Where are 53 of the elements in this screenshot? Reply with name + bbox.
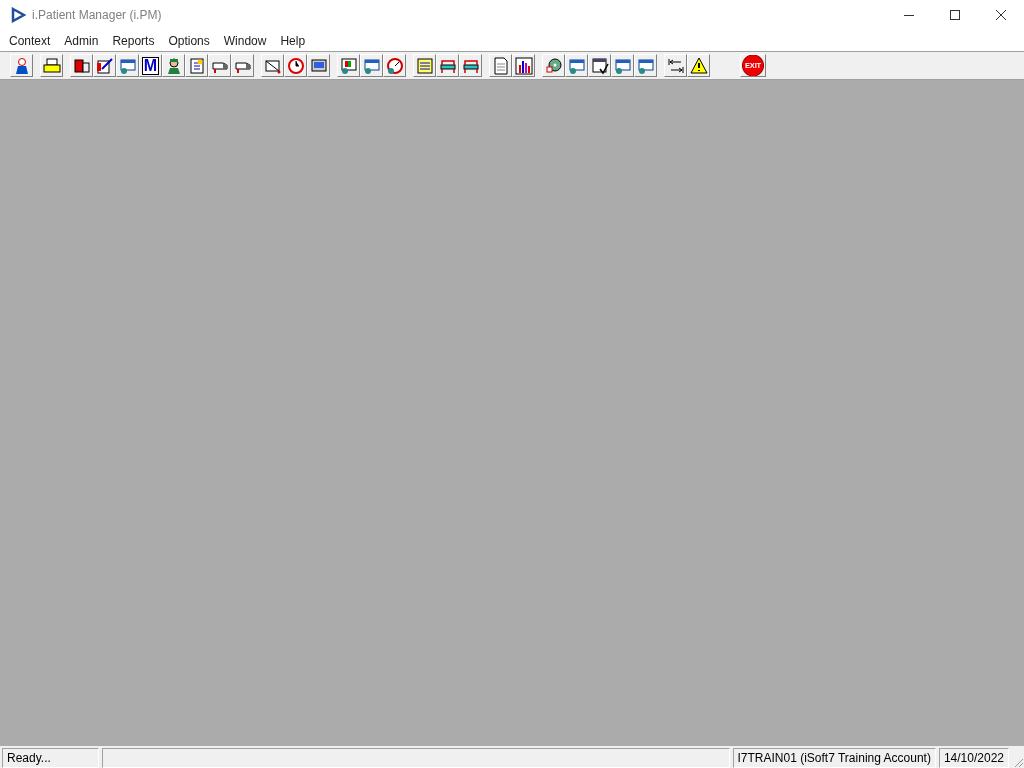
gauge-icon <box>385 56 404 75</box>
card-icon <box>636 56 655 75</box>
toolbar-button[interactable] <box>459 54 482 77</box>
printer-icon <box>42 56 61 75</box>
toolbar-button[interactable] <box>93 54 116 77</box>
book-icon <box>72 56 91 75</box>
clock-icon <box>286 56 305 75</box>
maximize-icon <box>950 10 960 20</box>
resize-grip-icon <box>1012 756 1024 768</box>
memo-icon <box>415 56 434 75</box>
bar-chart-icon <box>514 56 533 75</box>
monitor-icon <box>309 56 328 75</box>
arrows-icon <box>666 56 685 75</box>
window-title: i.Patient Manager (i.PM) <box>32 8 163 22</box>
toolbar-button[interactable] <box>116 54 139 77</box>
menu-item[interactable]: Options <box>161 31 217 50</box>
menu-item[interactable]: Window <box>216 31 274 50</box>
toolbar-button[interactable] <box>261 54 284 77</box>
toolbar-button[interactable] <box>542 54 565 77</box>
toolbar-button[interactable]: M <box>139 54 162 77</box>
app-logo-icon <box>10 7 26 23</box>
toolbar-button[interactable] <box>687 54 710 77</box>
page-icon <box>491 56 510 75</box>
status-pane: 14/10/2022 <box>938 748 1009 768</box>
toolbar-button[interactable] <box>10 54 33 77</box>
close-icon <box>996 10 1006 20</box>
card-icon <box>613 56 632 75</box>
note-icon <box>187 56 206 75</box>
status-pane: Ready... <box>2 748 99 768</box>
toolbar-button[interactable] <box>611 54 634 77</box>
toolbar-button[interactable] <box>436 54 459 77</box>
card-icon <box>567 56 586 75</box>
toolbar-button[interactable] <box>360 54 383 77</box>
toolbar-button[interactable] <box>634 54 657 77</box>
toolbar-button[interactable] <box>588 54 611 77</box>
disc-icon <box>544 56 563 75</box>
form-icon <box>590 56 609 75</box>
toolbar-button[interactable] <box>565 54 588 77</box>
pen-document-icon <box>95 56 114 75</box>
menu-item[interactable]: Help <box>273 31 313 50</box>
toolbar-button[interactable] <box>162 54 185 77</box>
toolbar-button[interactable] <box>664 54 687 77</box>
card-icon <box>118 56 137 75</box>
menu-item[interactable]: Admin <box>57 31 106 50</box>
card-icon <box>362 56 381 75</box>
toolbar-button[interactable] <box>40 54 63 77</box>
toolbar-button[interactable] <box>70 54 93 77</box>
picture-icon <box>339 56 358 75</box>
toolbar-button[interactable] <box>512 54 535 77</box>
menu-item[interactable]: Reports <box>105 31 162 50</box>
warning-icon <box>689 56 708 75</box>
menu-item[interactable]: Context <box>2 31 58 50</box>
status-pane: I7TRAIN01 (iSoft7 Training Account) <box>732 748 936 768</box>
